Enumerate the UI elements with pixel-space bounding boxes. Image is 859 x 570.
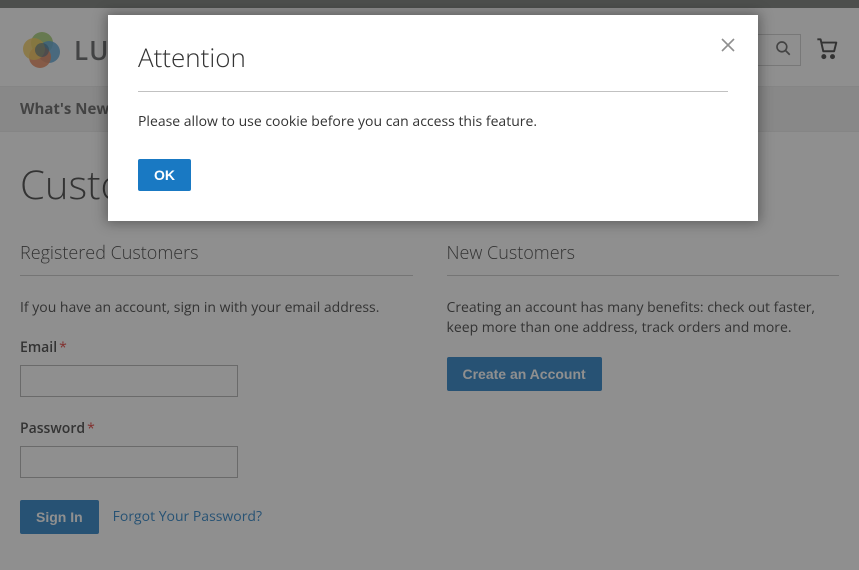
modal-ok-button[interactable]: OK	[138, 159, 191, 191]
modal-close-button[interactable]	[716, 33, 740, 60]
modal-dialog: Attention Please allow to use cookie bef…	[108, 15, 758, 221]
modal-title: Attention	[138, 39, 728, 92]
close-icon	[720, 41, 736, 56]
modal-body-text: Please allow to use cookie before you ca…	[138, 112, 728, 131]
